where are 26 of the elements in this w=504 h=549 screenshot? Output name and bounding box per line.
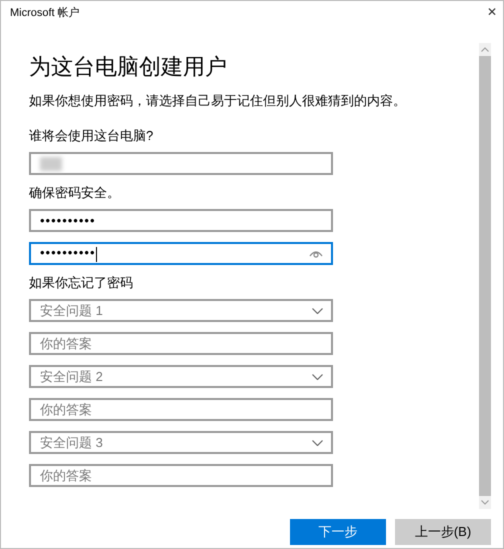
close-button[interactable]: ✕ [482, 5, 501, 19]
field-label: 如果你忘记了密码 [29, 275, 134, 291]
password-field[interactable]: •••••••••• [29, 209, 333, 232]
question-dropdown[interactable]: 安全问题 1 [29, 299, 333, 322]
password-field[interactable]: •••••••••• [29, 242, 333, 265]
window-title: Microsoft 帐户 [10, 6, 80, 20]
answer-field[interactable]: 你的答案 [29, 398, 333, 421]
chevron-down-icon [312, 374, 323, 380]
scroll-up-icon[interactable] [481, 47, 489, 52]
back-button[interactable]: 上一步(B) [395, 519, 491, 545]
name-field[interactable] [29, 152, 333, 175]
intro-text: 如果你想使用密码，请选择自己易于记住但别人很难猜到的内容。 [29, 92, 407, 110]
scrollbar[interactable] [479, 43, 491, 509]
redacted-text [40, 156, 62, 170]
answer-field[interactable]: 你的答案 [29, 464, 333, 487]
question-dropdown[interactable]: 安全问题 2 [29, 365, 333, 388]
field-label: 确保密码安全。 [29, 185, 121, 201]
scroll-down-icon[interactable] [481, 500, 489, 505]
page-heading: 为这台电脑创建用户 [29, 54, 228, 80]
chevron-down-icon [312, 308, 323, 314]
answer-field[interactable]: 你的答案 [29, 332, 333, 355]
chevron-down-icon [312, 440, 323, 446]
field-label: 谁将会使用这台电脑? [29, 128, 154, 144]
next-button[interactable]: 下一步 [290, 519, 386, 545]
eye-icon[interactable] [309, 249, 323, 258]
question-dropdown[interactable]: 安全问题 3 [29, 431, 333, 454]
